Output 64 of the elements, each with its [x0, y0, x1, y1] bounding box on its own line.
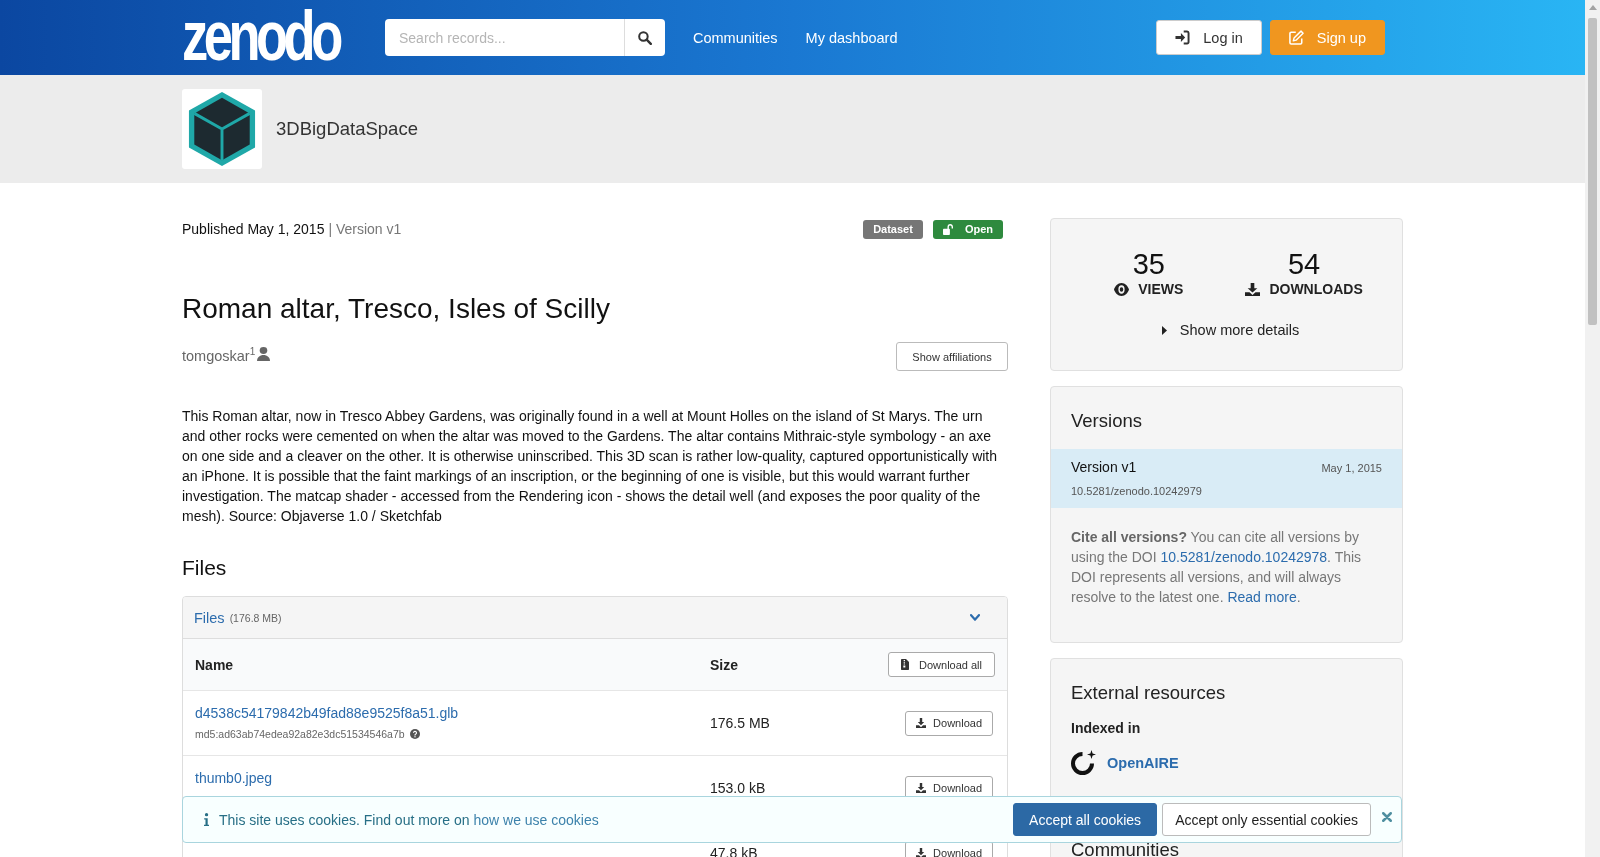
file-link[interactable]: thumb0.jpeg — [195, 769, 273, 787]
eye-icon — [1114, 282, 1130, 296]
card-heading: Communities — [1071, 839, 1180, 857]
version-name: Version v1 — [1071, 458, 1137, 476]
stat-value: 35 — [1132, 248, 1165, 280]
card-heading: External resources — [1071, 682, 1227, 704]
accordion-title[interactable]: Files — [194, 609, 225, 626]
file-size: 153.0 kB — [710, 780, 767, 796]
record-title: Roman altar, Tresco, Isles of Scilly — [182, 292, 611, 326]
indexed-in-link[interactable]: OpenAIRE — [1107, 754, 1179, 771]
download-icon — [916, 783, 927, 793]
file-link[interactable]: d4538c54179842b49fad88e9525f8a51.glb — [195, 704, 459, 722]
read-more-link[interactable]: Read more — [1227, 589, 1297, 605]
creator-link[interactable]: tomgoskar$^{1}$ — [182, 342, 256, 366]
search-field[interactable]: Search records... — [385, 19, 624, 56]
search-icon — [638, 30, 652, 45]
download-icon — [916, 718, 927, 728]
open-padlock-icon — [942, 223, 953, 235]
nav-link[interactable]: My dashboard — [805, 29, 898, 46]
column-header: Size — [710, 656, 739, 673]
scrollbar-thumb[interactable] — [1588, 18, 1597, 325]
nav-link[interactable]: Communities — [693, 29, 778, 46]
download-icon — [916, 848, 927, 857]
publication-date: Published May 1, 2015 — [182, 221, 325, 237]
record-description: This Roman altar, now in Tresco Abbey Gardens, was originally found in a well at Mount Holles on the island of St Marys. The urn and other rocks were cemented on when the altar was moved to the Gardens. The altar contains Mithraic-style symbology - an axe on one side and a cleaver on the other. It is otherwise uninscribed. This 3D scan is rather low-quality, captured opportunistically with an iPhone. It is possible that the faint markings of an inscription, or the beginning of one is visible, but this would warrant further investigation. The matcap shader - accessed from the Rendering icon - shows the detail well (and exposes the poor quality of the mesh). Source: Objaverse 1.0 / Sketchfab — [182, 407, 999, 526]
download-all-button[interactable]: Download all — [888, 652, 995, 677]
download-icon — [1245, 282, 1261, 296]
stat-value: 54 — [1287, 248, 1321, 280]
cookie-message: This site uses cookies. Find out more on how we use cookies — [219, 811, 599, 828]
version-date: May 1, 2015 — [1321, 462, 1382, 474]
pencil-square-icon — [1288, 30, 1304, 45]
cookie-policy-link[interactable]: how we use cookies — [473, 811, 599, 828]
close-icon[interactable] — [1382, 811, 1392, 822]
version-label: | Version v1 — [328, 221, 402, 237]
file-checksum: md5:ad63ab74edea92a82e3dc51534546a7b — [195, 727, 405, 741]
scroll-up-arrow-icon[interactable] — [1588, 5, 1597, 10]
resource-type-badge: Dataset — [863, 219, 923, 239]
indexed-in-label: Indexed in — [1071, 719, 1142, 737]
login-button[interactable]: Log in — [1156, 20, 1262, 55]
stat-label: DOWNLOADS — [1269, 281, 1363, 297]
show-affiliations-button[interactable]: Show affiliations — [896, 342, 1008, 371]
file-size: 176.5 MB — [710, 715, 771, 731]
download-button[interactable]: Download — [905, 710, 993, 736]
community-name[interactable]: 3DBigDataSpace — [276, 118, 418, 140]
stat-label: VIEWS — [1138, 281, 1184, 297]
enter-arrow-icon — [1175, 30, 1191, 45]
total-file-size: (176.8 MB) — [229, 611, 282, 624]
access-label: Open — [964, 223, 993, 235]
ring-logo-icon — [1071, 750, 1096, 775]
cite-text: Cite all versions? You can cite all versions by using the DOI 10.5281/zenodo.10242978. This DOI represents all versions, and will always resolve to the latest one. Read more. — [1070, 528, 1363, 607]
version-item[interactable]: Version v1 May 1, 2015 10.5281/zenodo.10242979 — [1051, 449, 1402, 508]
column-header: Name — [195, 656, 234, 673]
question-circle-icon[interactable] — [409, 729, 420, 739]
person-icon — [257, 346, 271, 361]
accept-essential-button[interactable]: Accept only essential cookies — [1162, 803, 1371, 836]
info-icon — [204, 813, 209, 826]
details-toggle[interactable]: Show more details — [1161, 320, 1300, 340]
section-heading: Files — [182, 555, 228, 581]
search-button[interactable] — [624, 19, 665, 56]
card-heading: Versions — [1070, 410, 1143, 432]
version-doi: 10.5281/zenodo.10242979 — [1071, 484, 1203, 498]
file-icon — [901, 659, 909, 670]
accept-all-button[interactable]: Accept all cookies — [1013, 803, 1158, 836]
site-logo[interactable]: zenodo — [182, 1, 339, 71]
